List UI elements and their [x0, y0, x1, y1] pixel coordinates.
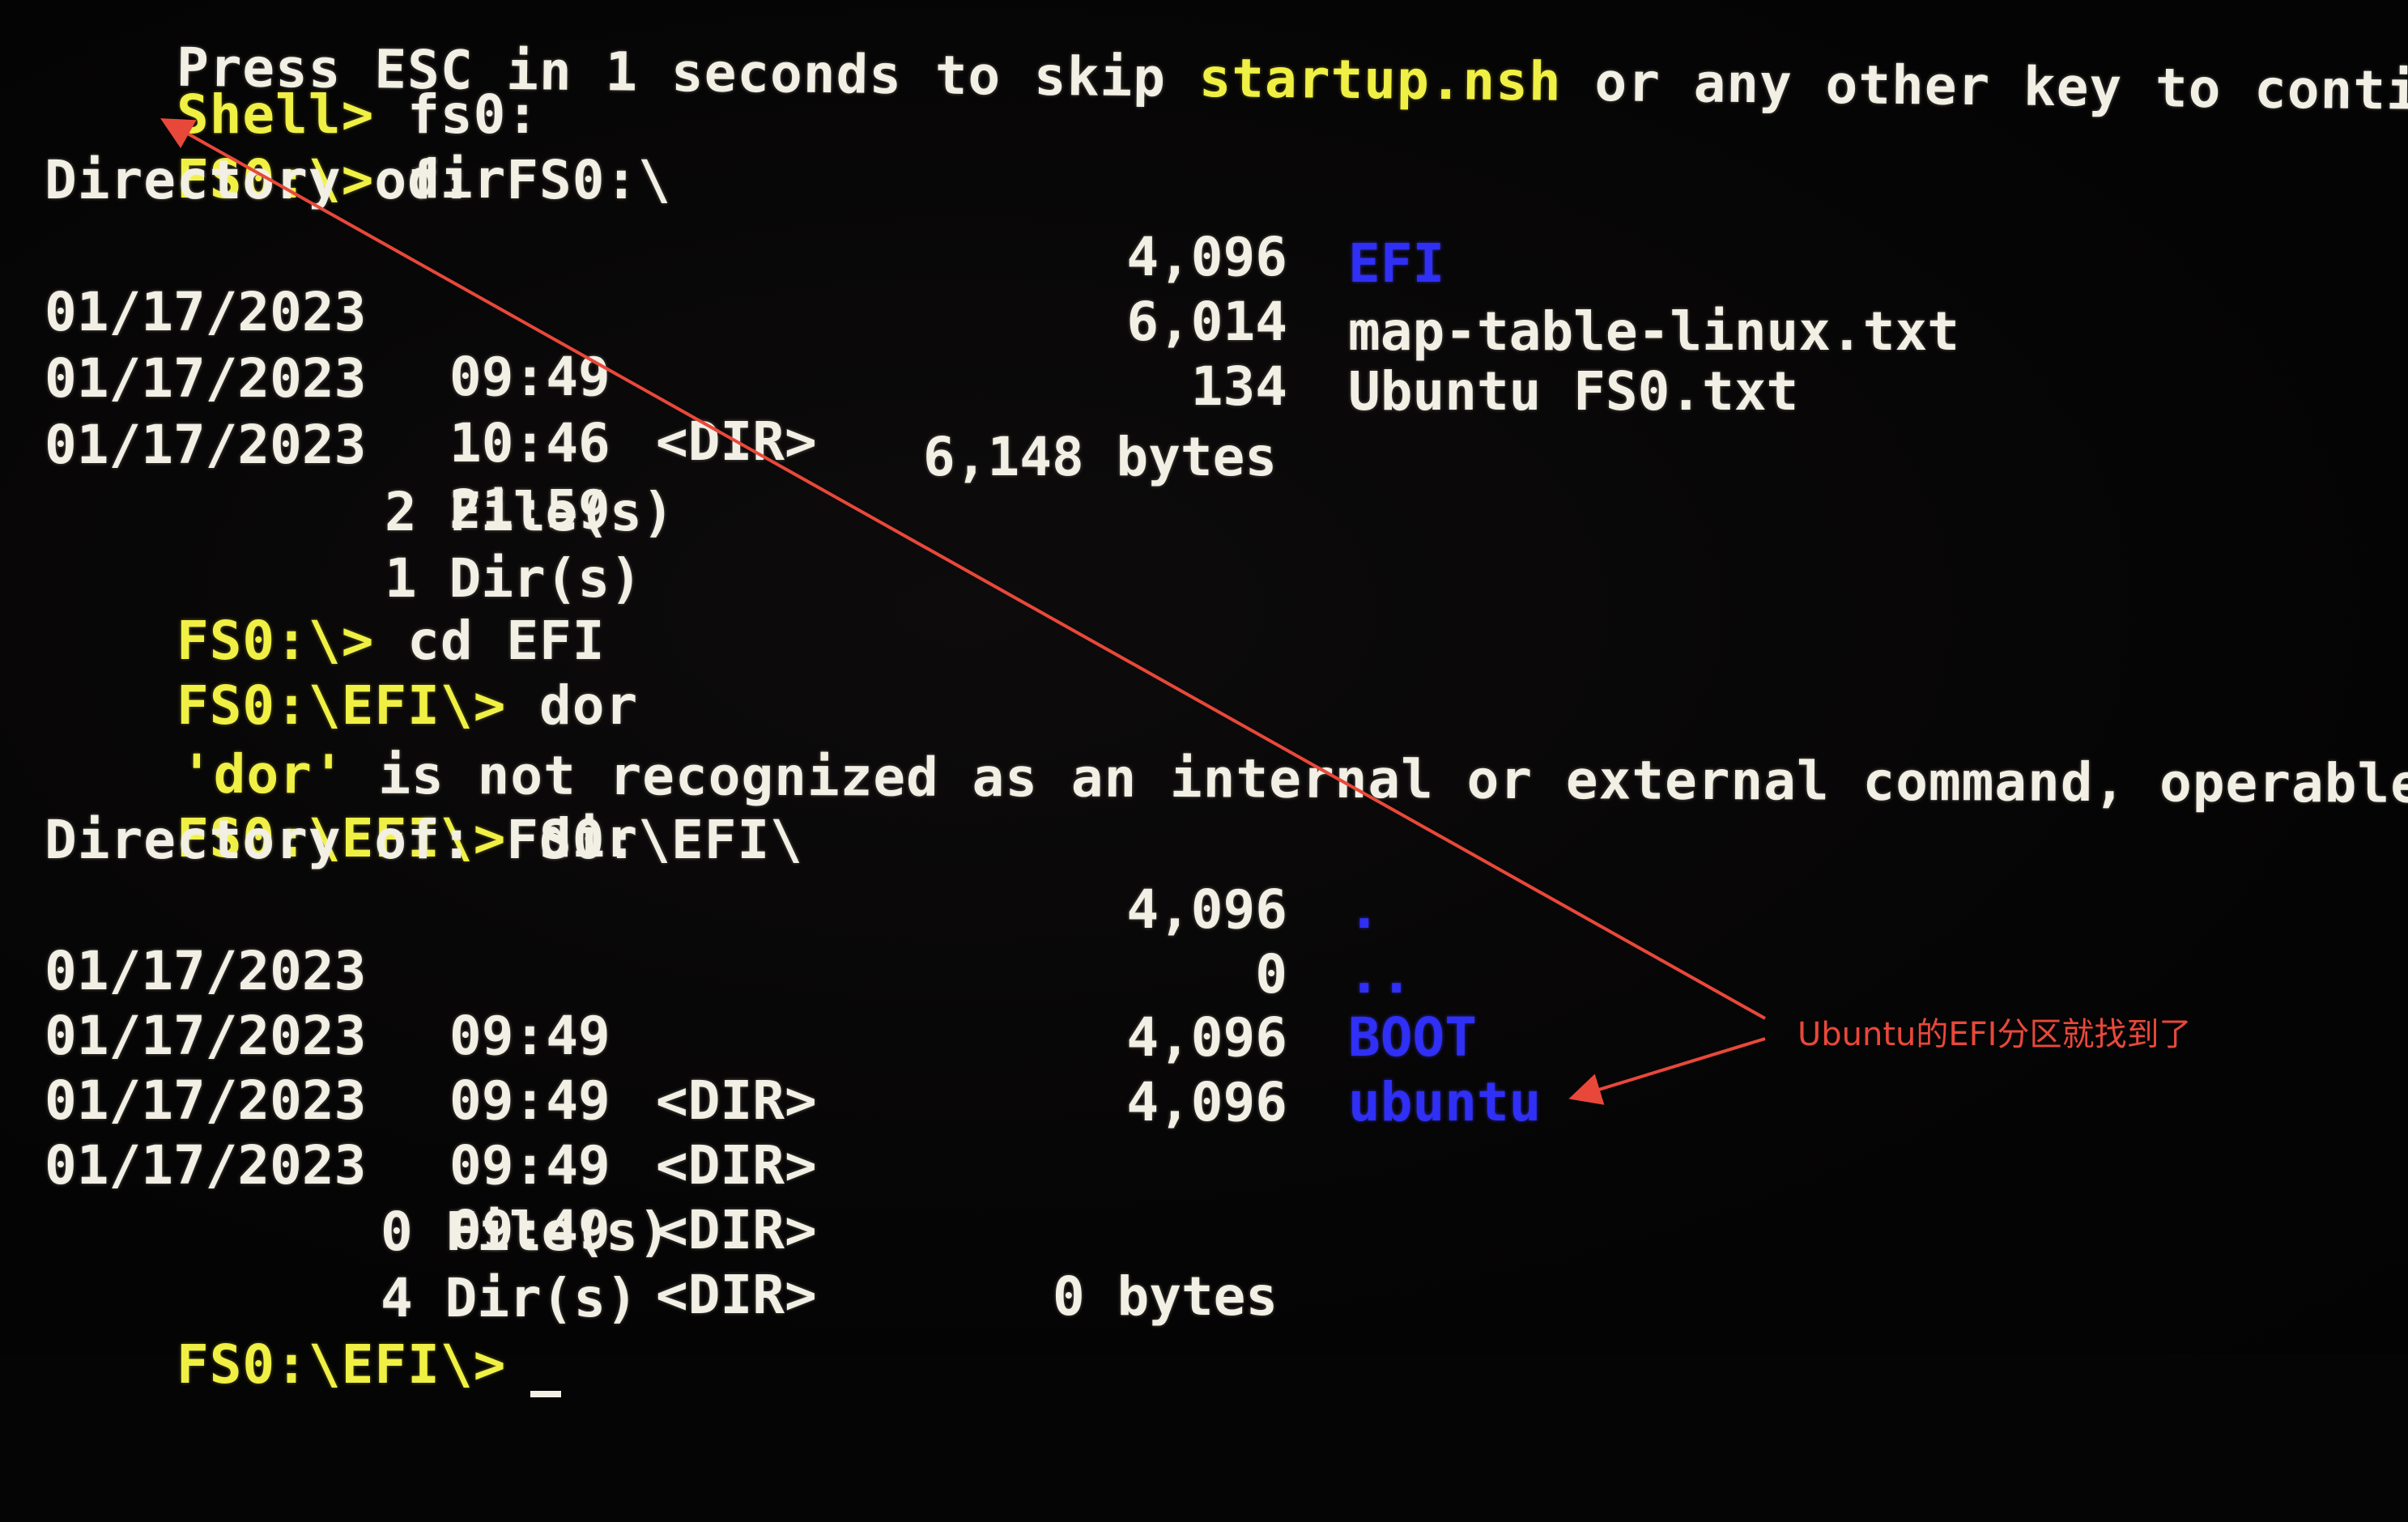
listing-2-files-summary: 0 File(s) 0 bytes: [0, 1135, 2408, 1328]
entry-size: 4,096: [1126, 878, 1287, 941]
bytes-total: 0 bytes: [1053, 1265, 1278, 1328]
startup-message-suffix: or any other key to continue.: [1594, 51, 2408, 124]
startup-script-name: startup.nsh: [1198, 46, 1563, 113]
entry-size: 6,014: [1126, 291, 1287, 353]
error-text: is not recognized as an internal or exte…: [378, 743, 2408, 815]
entry-name-dir: ubuntu: [1348, 1071, 1542, 1133]
listing-1-header: Directory of: FS0:\: [45, 149, 671, 211]
entry-size: 134: [1190, 355, 1287, 418]
listing-2-row: 01/17/2023 09:49 <DIR> 4,096 ubuntu: [0, 1069, 2408, 1326]
text-cursor: [530, 1391, 562, 1397]
listing-1-row: 01/17/2023 21:59 134 Ubuntu FS0.txt: [0, 348, 2408, 541]
entry-size: 4,096: [1126, 1071, 1287, 1133]
listing-2-header: Directory of: FS0:\EFI\: [45, 809, 803, 871]
entry-type: <DIR>: [656, 1264, 817, 1326]
entry-name-dir: BOOT: [1348, 1006, 1477, 1069]
listing-2-dirs-summary: 4 Dir(s): [0, 1201, 2408, 1329]
entry-size: 0: [1255, 943, 1287, 1005]
listing-1-row: 01/17/2023 10:46 6,014 map-table-linux.t…: [0, 282, 2408, 474]
listing-1-row: 01/17/2023 09:49 <DIR> 4,096 EFI: [0, 215, 2408, 473]
command-line-current[interactable]: FS0:\EFI\>: [45, 1268, 562, 1462]
annotation-label: Ubuntu的EFI分区就找到了: [1797, 1016, 2192, 1053]
entry-name-dir: ..: [1348, 943, 1413, 1005]
entry-size: 4,096: [1126, 226, 1287, 288]
uefi-shell-screen: Press ESC in 1 seconds to skip startup.n…: [0, 0, 2408, 1397]
bytes-total: 6,148 bytes: [923, 426, 1278, 488]
entry-name-file: Ubuntu FS0.txt: [1348, 360, 1799, 423]
entry-size: 4,096: [1126, 1006, 1287, 1069]
listing-2-row: 01/17/2023 09:49 <DIR> 4,096 .: [0, 874, 2408, 1132]
shell-prompt: FS0:\EFI\>: [176, 1333, 507, 1396]
listing-1-files-summary: 2 File(s) 6,148 bytes: [0, 415, 2408, 543]
listing-2-row: 01/17/2023 09:49 <DIR> 0 ..: [0, 939, 2408, 1197]
entry-name-dir: .: [1348, 878, 1381, 941]
listing-1-dirs-summary: 1 Dir(s): [0, 482, 2408, 610]
